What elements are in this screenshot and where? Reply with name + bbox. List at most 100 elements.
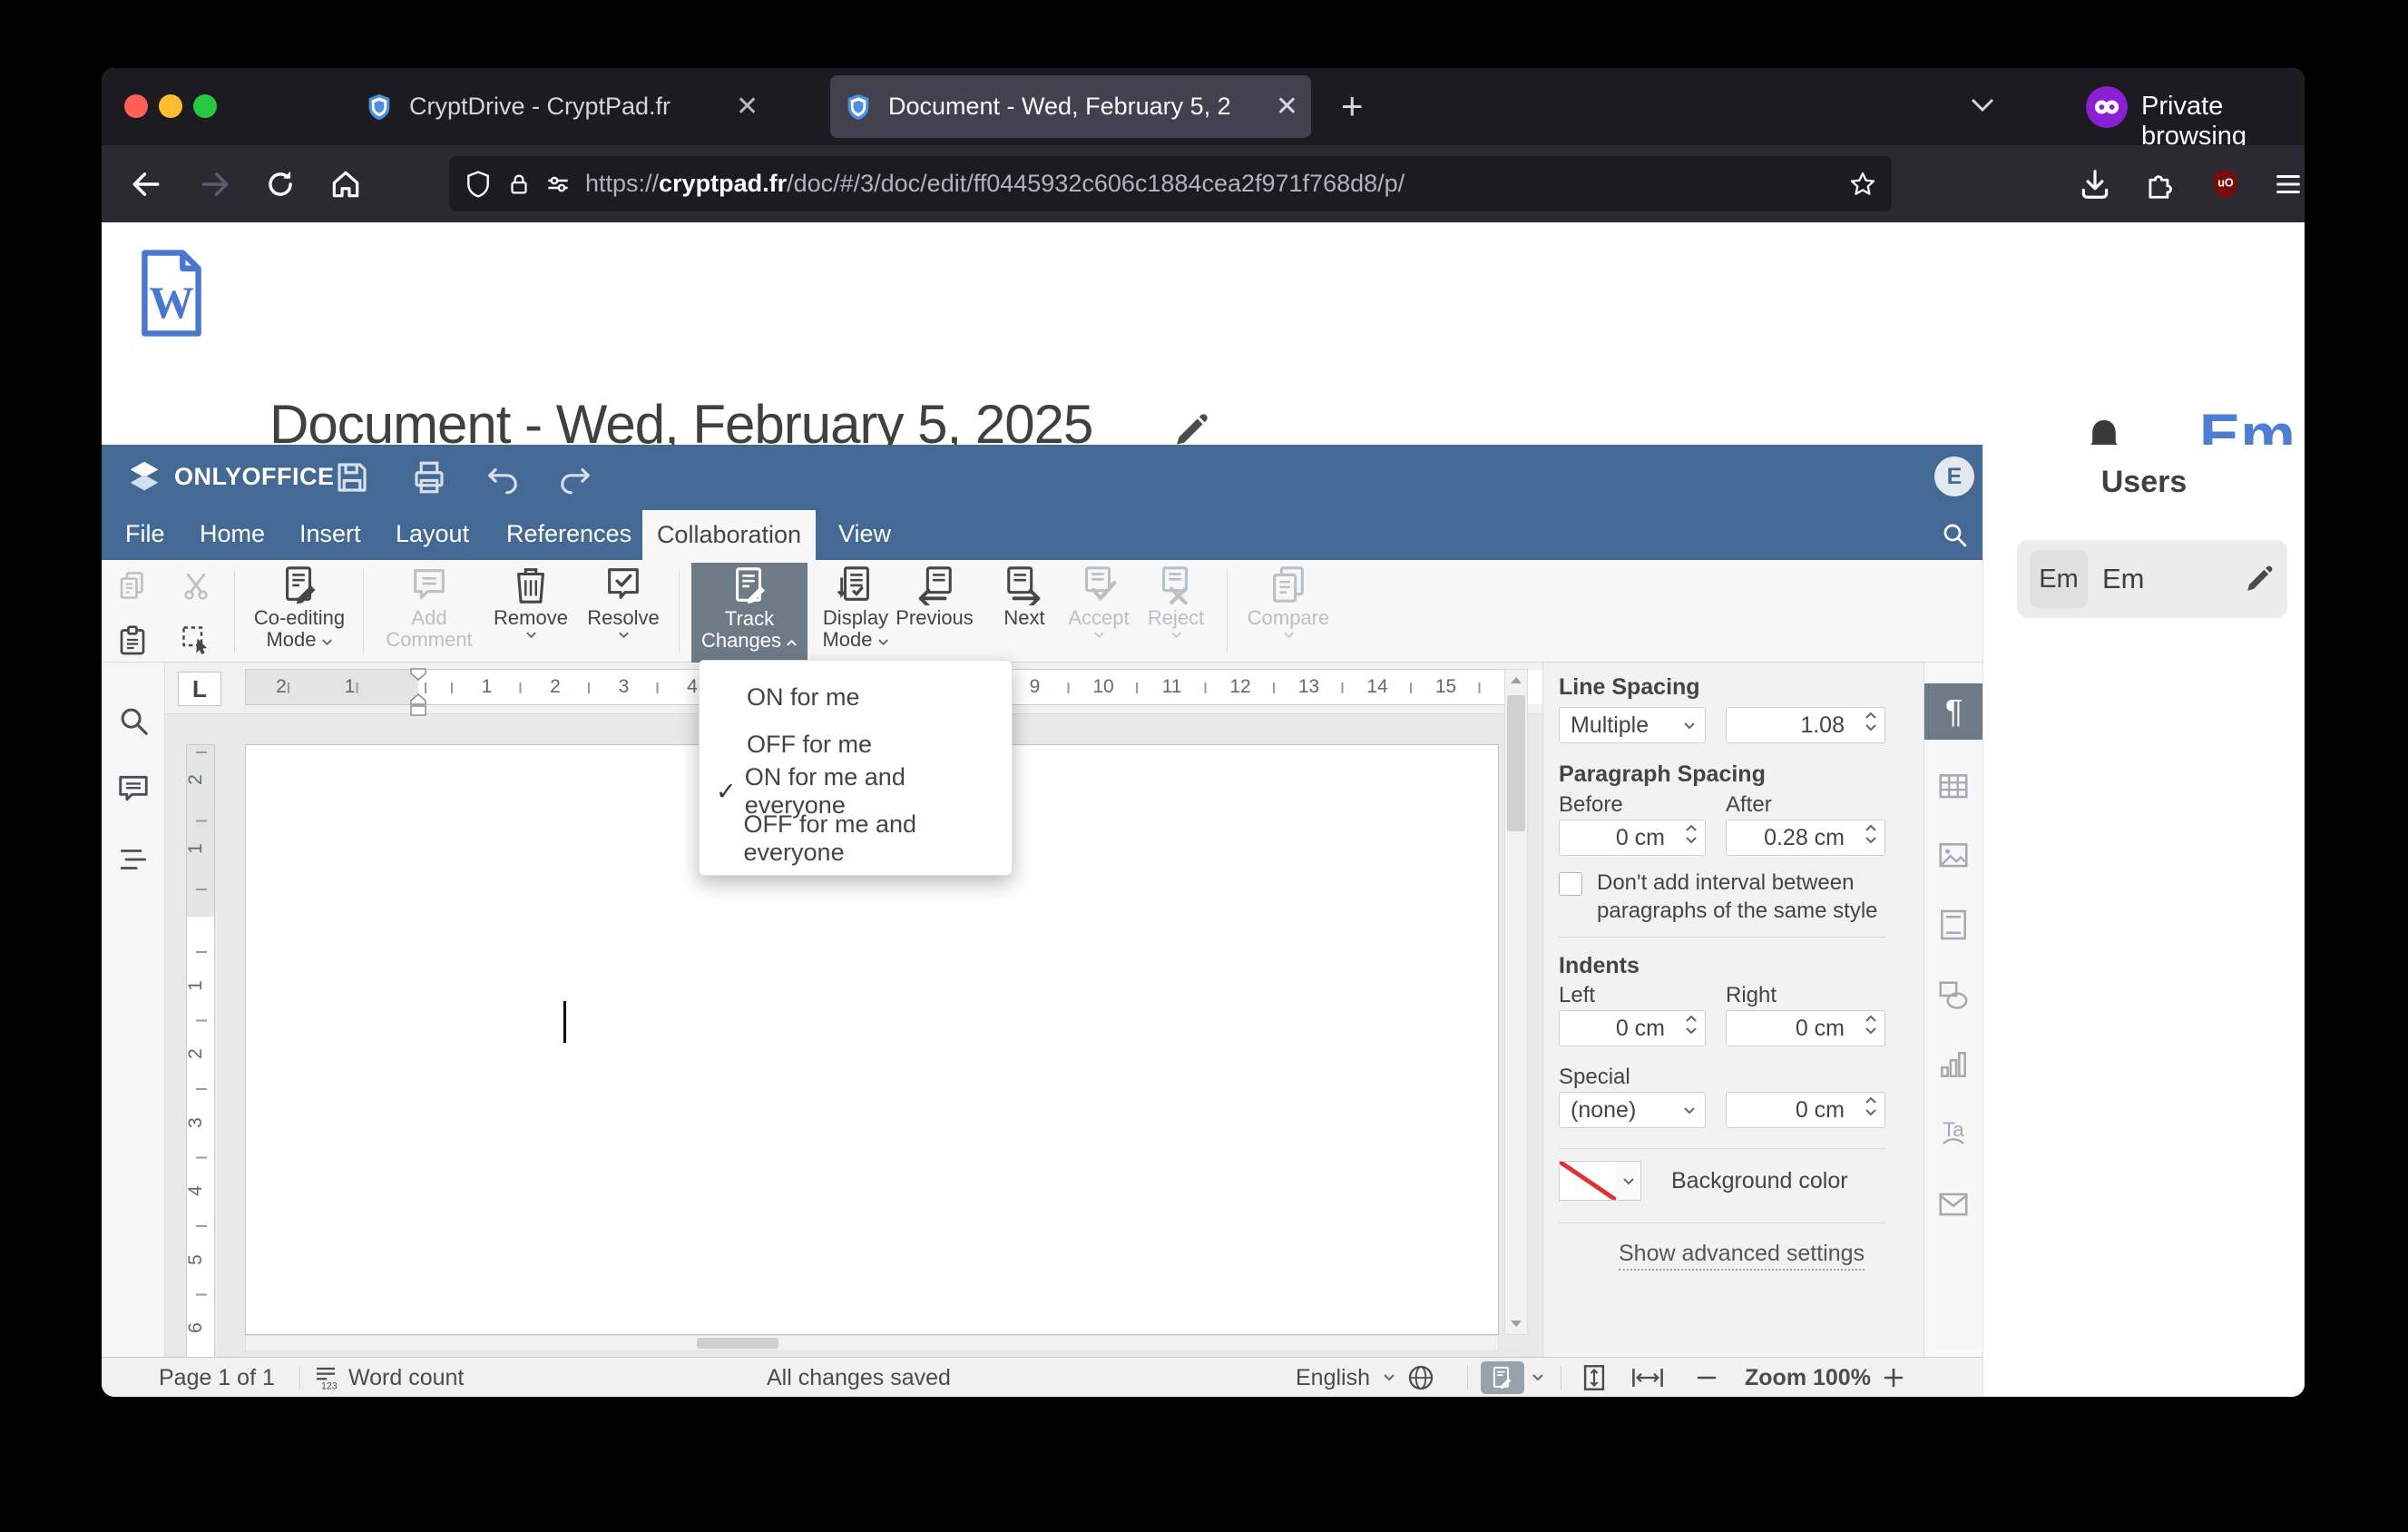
left-indent-marker[interactable] [409, 693, 427, 717]
editor-user-avatar[interactable]: E [1934, 457, 1974, 496]
resolve-button[interactable]: Resolve [580, 564, 667, 639]
fit-width-icon[interactable] [1630, 1362, 1666, 1393]
spinner[interactable] [1865, 1015, 1877, 1035]
previous-change-button[interactable]: Previous [889, 564, 980, 629]
page-indicator[interactable]: Page 1 of 1 [159, 1365, 275, 1391]
spinner[interactable] [1865, 824, 1877, 844]
menu-item-off-for-me[interactable]: ✓OFF for me [700, 721, 1012, 768]
menu-tab-home[interactable]: Home [200, 508, 265, 560]
scrollbar-thumb[interactable] [697, 1338, 778, 1349]
indent-right-field[interactable] [1726, 1010, 1885, 1046]
mail-merge-settings-tab[interactable] [1936, 1187, 1971, 1222]
no-interval-checkbox[interactable] [1559, 872, 1582, 896]
ublock-origin-icon[interactable]: uO [2208, 167, 2243, 201]
permissions-icon[interactable] [543, 170, 573, 199]
home-icon[interactable] [328, 167, 363, 201]
line-spacing-input[interactable] [1727, 707, 1884, 743]
line-spacing-select[interactable]: Multiple [1559, 707, 1706, 743]
downloads-icon[interactable] [2078, 167, 2112, 201]
bookmark-star-icon[interactable] [1848, 170, 1877, 199]
background-color-dropdown[interactable] [1616, 1161, 1641, 1201]
select-all-icon[interactable] [180, 624, 212, 656]
coediting-mode-button[interactable]: Co-editing Mode [249, 564, 350, 651]
zoom-level[interactable]: Zoom 100% [1745, 1365, 1871, 1391]
redo-icon[interactable] [557, 461, 593, 496]
scrollbar-thumb[interactable] [1507, 695, 1525, 831]
spacing-after-field[interactable] [1726, 820, 1885, 856]
first-line-indent-marker[interactable] [409, 668, 427, 681]
menu-tab-references[interactable]: References [506, 508, 631, 560]
paste-icon[interactable] [116, 624, 149, 656]
new-tab-button[interactable]: + [1341, 84, 1364, 128]
indent-right-input[interactable] [1727, 1010, 1884, 1046]
comments-panel-icon[interactable] [116, 771, 151, 806]
tab-cryptdrive[interactable]: CryptDrive - CryptPad.fr ✕ [351, 75, 818, 138]
horizontal-scrollbar[interactable] [245, 1335, 1499, 1351]
spinner[interactable] [1685, 824, 1698, 844]
minimize-window-button[interactable] [159, 94, 182, 118]
language-button[interactable]: English [1296, 1365, 1370, 1391]
table-settings-tab[interactable] [1936, 770, 1971, 804]
editor-search-icon[interactable] [1940, 520, 1969, 549]
paragraph-settings-tab[interactable]: ¶ [1924, 683, 1983, 740]
spinner[interactable] [1685, 1015, 1698, 1035]
navigation-headings-icon[interactable] [116, 842, 151, 877]
line-spacing-amount[interactable] [1726, 707, 1885, 743]
text-art-settings-tab[interactable]: Ta [1936, 1116, 1971, 1151]
reload-icon[interactable] [263, 167, 298, 201]
spellcheck-globe-icon[interactable] [1406, 1363, 1435, 1392]
zoom-out-icon[interactable] [1695, 1370, 1718, 1386]
image-settings-tab[interactable] [1936, 839, 1971, 873]
menu-tab-collaboration[interactable]: Collaboration [642, 510, 816, 560]
lock-icon[interactable] [505, 170, 533, 199]
cut-icon[interactable] [180, 569, 212, 602]
indent-left-field[interactable] [1559, 1010, 1706, 1046]
chevron-down-icon[interactable] [1532, 1373, 1544, 1381]
word-count-button[interactable]: Word count [348, 1365, 464, 1391]
remove-button[interactable]: Remove [487, 564, 574, 639]
chart-settings-tab[interactable] [1936, 1047, 1971, 1082]
tracking-shield-icon[interactable] [464, 170, 493, 199]
track-changes-status-button[interactable] [1481, 1361, 1524, 1394]
scroll-up-icon[interactable] [1510, 675, 1522, 684]
zoom-in-icon[interactable] [1882, 1366, 1905, 1390]
menu-tab-insert[interactable]: Insert [299, 508, 361, 560]
spacing-before-field[interactable] [1559, 820, 1706, 856]
menu-tab-layout[interactable]: Layout [396, 508, 469, 560]
tab-document[interactable]: Document - Wed, February 5, 2 ✕ [830, 75, 1311, 138]
menu-item-off-for-me-and-everyone[interactable]: ✓OFF for me and everyone [700, 810, 1012, 866]
url-bar[interactable]: https://cryptpad.fr/doc/#/3/doc/edit/ff0… [449, 156, 1892, 211]
menu-item-on-for-me-and-everyone[interactable]: ✓ ON for me and everyone [700, 763, 1012, 819]
menu-hamburger-icon[interactable] [2272, 169, 2305, 200]
save-icon[interactable] [333, 458, 371, 496]
spacing-before-input[interactable] [1560, 820, 1705, 856]
undo-icon[interactable] [485, 461, 521, 496]
print-icon[interactable] [410, 458, 448, 496]
header-footer-settings-tab[interactable] [1936, 908, 1971, 942]
close-window-button[interactable] [124, 94, 148, 118]
fit-page-icon[interactable] [1579, 1362, 1610, 1393]
find-icon[interactable] [116, 703, 151, 738]
user-list-item[interactable]: Em Em [2017, 540, 2287, 618]
spacing-after-input[interactable] [1727, 820, 1884, 856]
add-comment-button[interactable]: Add Comment [378, 564, 480, 651]
compare-button[interactable]: Compare [1243, 564, 1334, 639]
special-select[interactable]: (none) [1559, 1092, 1706, 1128]
list-tabs-chevron-icon[interactable] [1969, 95, 1996, 115]
shape-settings-tab[interactable] [1936, 978, 1971, 1013]
spinner[interactable] [1865, 712, 1877, 732]
special-amount-input[interactable] [1727, 1092, 1884, 1128]
zoom-window-button[interactable] [193, 94, 217, 118]
tab-close-icon[interactable]: ✕ [736, 91, 759, 123]
tab-close-icon[interactable]: ✕ [1276, 91, 1298, 123]
background-color-swatch[interactable] [1559, 1161, 1617, 1201]
menu-tab-file[interactable]: File [125, 508, 165, 560]
rename-pencil-icon[interactable] [1172, 411, 1210, 449]
indent-left-input[interactable] [1560, 1010, 1705, 1046]
special-amount-field[interactable] [1726, 1092, 1885, 1128]
vertical-ruler[interactable]: 2 1 1 2 3 4 5 6 [185, 744, 215, 1357]
vertical-scrollbar[interactable] [1504, 669, 1528, 1335]
scroll-down-icon[interactable] [1510, 1320, 1522, 1329]
back-icon[interactable] [129, 167, 163, 201]
advanced-settings-link[interactable]: Show advanced settings [1619, 1241, 1865, 1271]
